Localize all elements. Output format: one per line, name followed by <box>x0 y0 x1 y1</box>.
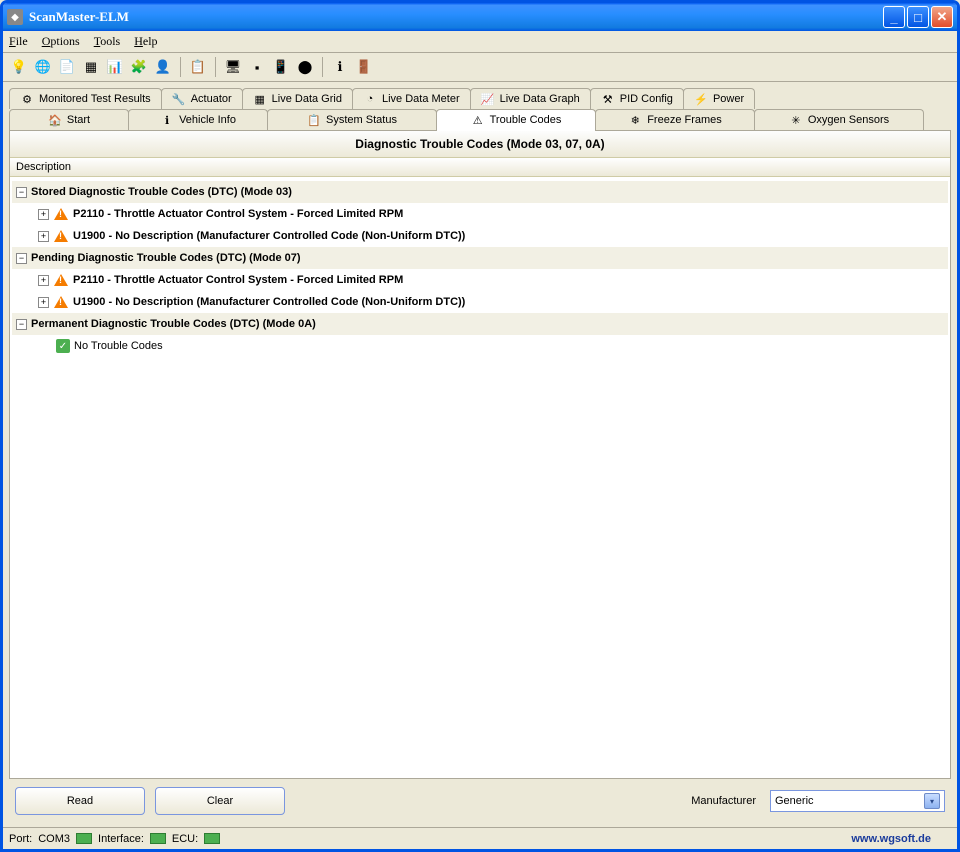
freeze-icon: ❄ <box>628 113 642 127</box>
toolbar-sep-2 <box>215 57 216 77</box>
home-icon: 🏠 <box>48 113 62 127</box>
toolbar-icon-8[interactable]: 📋 <box>188 57 208 77</box>
tab-live-data-grid[interactable]: ▦Live Data Grid <box>242 88 353 109</box>
column-header-description[interactable]: Description <box>10 158 950 177</box>
tab-live-data-meter[interactable]: ◔Live Data Meter <box>352 88 471 109</box>
tab-system-status[interactable]: 📋System Status <box>267 109 437 130</box>
window-title: ScanMaster-ELM <box>29 9 883 25</box>
tree-item[interactable]: + U1900 - No Description (Manufacturer C… <box>12 225 948 247</box>
ecu-led-icon <box>204 833 220 844</box>
status-url[interactable]: www.wgsoft.de <box>851 833 931 845</box>
gear-icon: ⚙ <box>20 92 34 106</box>
toolbar-icon-6[interactable]: 🧩 <box>129 57 149 77</box>
read-button[interactable]: Read <box>15 787 145 815</box>
toolbar-icon-12[interactable]: ⬤ <box>295 57 315 77</box>
tree-group-permanent[interactable]: − Permanent Diagnostic Trouble Codes (DT… <box>12 313 948 335</box>
expand-icon[interactable]: + <box>38 297 49 308</box>
menu-file[interactable]: File <box>9 34 28 49</box>
close-button[interactable]: ✕ <box>931 6 953 28</box>
toolbar-icon-13[interactable]: ℹ <box>330 57 350 77</box>
power-icon: ⚡ <box>694 92 708 106</box>
status-icon: 📋 <box>307 113 321 127</box>
toolbar-icon-10[interactable]: ▪ <box>247 57 267 77</box>
tree-item-empty: ✓ No Trouble Codes <box>12 335 948 357</box>
status-port-label: Port: <box>9 833 32 845</box>
toolbar-icon-1[interactable]: 💡 <box>9 57 29 77</box>
toolbar-sep-3 <box>322 57 323 77</box>
tab-vehicle-info[interactable]: ℹVehicle Info <box>128 109 268 130</box>
ok-icon: ✓ <box>56 339 70 353</box>
tab-monitored-test-results[interactable]: ⚙Monitored Test Results <box>9 88 162 109</box>
toolbar-icon-7[interactable]: 👤 <box>153 57 173 77</box>
tree-item[interactable]: + P2110 - Throttle Actuator Control Syst… <box>12 269 948 291</box>
toolbar-icon-14[interactable]: 🚪 <box>354 57 374 77</box>
grid-icon: ▦ <box>253 92 267 106</box>
warning-icon: ⚠ <box>471 113 485 127</box>
dtc-tree[interactable]: − Stored Diagnostic Trouble Codes (DTC) … <box>10 177 950 778</box>
sensor-icon: ✳ <box>789 113 803 127</box>
tab-trouble-codes[interactable]: ⚠Trouble Codes <box>436 109 596 130</box>
collapse-icon[interactable]: − <box>16 187 27 198</box>
tab-start[interactable]: 🏠Start <box>9 109 129 130</box>
app-icon: ◆ <box>7 9 23 25</box>
toolbar-icon-9[interactable]: 🖥 <box>223 57 243 77</box>
clear-button[interactable]: Clear <box>155 787 285 815</box>
panel-title: Diagnostic Trouble Codes (Mode 03, 07, 0… <box>10 131 950 158</box>
manufacturer-select[interactable]: Generic ▾ <box>770 790 945 812</box>
dtc-panel: Diagnostic Trouble Codes (Mode 03, 07, 0… <box>9 130 951 779</box>
toolbar: 💡 🌐 📄 ▦ 📊 🧩 👤 📋 🖥 ▪ 📱 ⬤ ℹ 🚪 <box>3 53 957 82</box>
tab-live-data-graph[interactable]: 📈Live Data Graph <box>470 88 591 109</box>
menu-help[interactable]: Help <box>134 34 157 49</box>
expand-icon[interactable]: + <box>38 231 49 242</box>
titlebar[interactable]: ◆ ScanMaster-ELM _ □ ✕ <box>3 3 957 31</box>
graph-icon: 📈 <box>481 92 495 106</box>
expand-icon[interactable]: + <box>38 209 49 220</box>
warning-icon <box>53 206 69 222</box>
tab-pid-config[interactable]: ⚒PID Config <box>590 88 684 109</box>
status-interface-label: Interface: <box>98 833 144 845</box>
toolbar-icon-5[interactable]: 📊 <box>105 57 125 77</box>
manufacturer-label: Manufacturer <box>691 795 756 807</box>
warning-icon <box>53 294 69 310</box>
tree-group-stored[interactable]: − Stored Diagnostic Trouble Codes (DTC) … <box>12 181 948 203</box>
toolbar-icon-3[interactable]: 📄 <box>57 57 77 77</box>
info-icon: ℹ <box>160 113 174 127</box>
config-icon: ⚒ <box>601 92 615 106</box>
minimize-button[interactable]: _ <box>883 6 905 28</box>
expand-icon[interactable]: + <box>38 275 49 286</box>
tree-item[interactable]: + U1900 - No Description (Manufacturer C… <box>12 291 948 313</box>
statusbar: Port: COM3 Interface: ECU: www.wgsoft.de <box>3 827 957 849</box>
meter-icon: ◔ <box>363 92 377 106</box>
port-led-icon <box>76 833 92 844</box>
toolbar-icon-2[interactable]: 🌐 <box>33 57 53 77</box>
toolbar-sep-1 <box>180 57 181 77</box>
actuator-icon: 🔧 <box>172 92 186 106</box>
collapse-icon[interactable]: − <box>16 319 27 330</box>
menu-options[interactable]: Options <box>42 34 80 49</box>
tree-item[interactable]: + P2110 - Throttle Actuator Control Syst… <box>12 203 948 225</box>
tabs-row-2: 🏠Start ℹVehicle Info 📋System Status ⚠Tro… <box>9 109 951 130</box>
chevron-down-icon: ▾ <box>924 793 940 809</box>
manufacturer-value: Generic <box>775 795 814 807</box>
collapse-icon[interactable]: − <box>16 253 27 264</box>
tree-group-pending[interactable]: − Pending Diagnostic Trouble Codes (DTC)… <box>12 247 948 269</box>
content-area: ⚙Monitored Test Results 🔧Actuator ▦Live … <box>3 82 957 827</box>
status-port: COM3 <box>38 833 70 845</box>
menubar: File Options Tools Help <box>3 31 957 53</box>
warning-icon <box>53 228 69 244</box>
interface-led-icon <box>150 833 166 844</box>
menu-tools[interactable]: Tools <box>94 34 121 49</box>
tab-actuator[interactable]: 🔧Actuator <box>161 88 243 109</box>
toolbar-icon-11[interactable]: 📱 <box>271 57 291 77</box>
maximize-button[interactable]: □ <box>907 6 929 28</box>
tab-freeze-frames[interactable]: ❄Freeze Frames <box>595 109 755 130</box>
tab-oxygen-sensors[interactable]: ✳Oxygen Sensors <box>754 109 924 130</box>
tabs-row-1: ⚙Monitored Test Results 🔧Actuator ▦Live … <box>9 88 951 109</box>
status-ecu-label: ECU: <box>172 833 198 845</box>
app-window: ◆ ScanMaster-ELM _ □ ✕ File Options Tool… <box>0 0 960 852</box>
tab-power[interactable]: ⚡Power <box>683 88 755 109</box>
toolbar-icon-4[interactable]: ▦ <box>81 57 101 77</box>
bottom-bar: Read Clear Manufacturer Generic ▾ <box>9 779 951 821</box>
warning-icon <box>53 272 69 288</box>
